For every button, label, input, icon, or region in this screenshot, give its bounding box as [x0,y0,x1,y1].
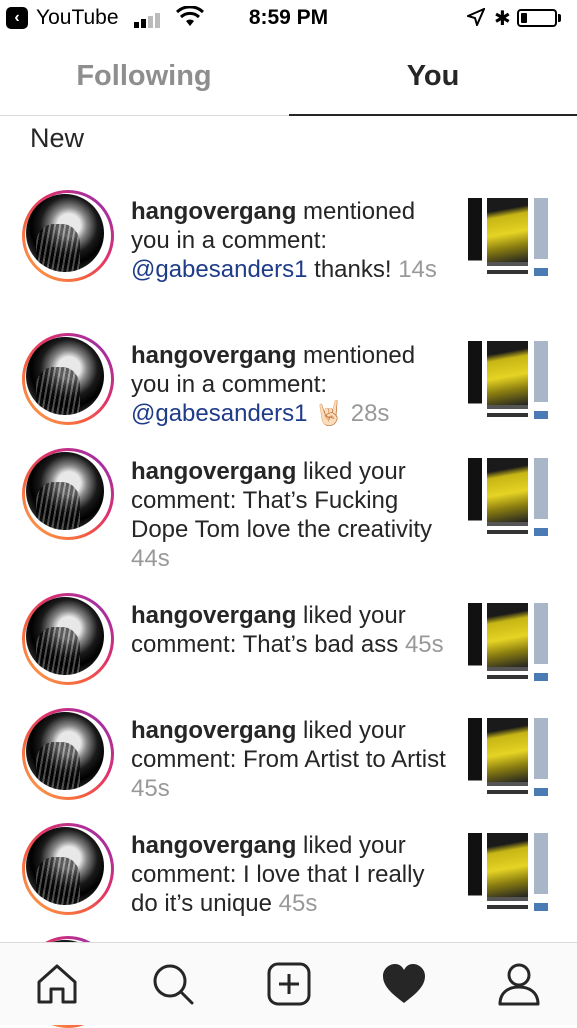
username[interactable]: hangovergang [131,198,296,225]
notification-text: hangovergang liked your comment: That’s … [131,601,451,659]
comment-text: thanks! [307,256,392,283]
username[interactable]: hangovergang [131,342,296,369]
activity-tabs: Following You [0,38,577,116]
post-thumbnail[interactable] [468,341,548,419]
comment-text: 🤘🏻 [307,400,345,427]
status-time: 8:59 PM [248,6,329,29]
profile-icon[interactable] [496,961,542,1007]
battery-icon [517,9,557,27]
username[interactable]: hangovergang [131,602,296,629]
avatar[interactable] [22,708,114,800]
notification-text: hangovergang liked your comment: I love … [131,831,451,918]
tab-you-label: You [406,60,460,92]
battery-cap [558,14,561,22]
username[interactable]: hangovergang [131,458,296,485]
add-post-icon[interactable] [266,961,312,1007]
timestamp: 28s [350,400,390,427]
username[interactable]: hangovergang [131,832,296,859]
comment-text: That’s bad ass [242,631,399,658]
comment-text: From Artist to Artist [243,746,446,773]
home-icon[interactable] [34,961,80,1007]
avatar[interactable] [22,190,114,282]
notification-text: hangovergang mentioned you in a comment:… [131,197,451,284]
timestamp: 45s [278,890,318,917]
avatar[interactable] [22,333,114,425]
notification-text: hangovergang liked your comment: That’s … [131,457,451,573]
active-tab-indicator [289,114,577,116]
section-title-new: New [30,123,85,153]
mention-link[interactable]: @gabesanders1 [131,400,307,427]
username[interactable]: hangovergang [131,717,296,744]
notification-text: hangovergang mentioned you in a comment:… [131,341,451,428]
avatar[interactable] [22,448,114,540]
location-icon [467,8,485,26]
timestamp: 14s [398,256,437,283]
post-thumbnail[interactable] [468,198,548,276]
post-thumbnail[interactable] [468,458,548,536]
status-bar: ‹ YouTube 8:59 PM ✱ [0,0,577,38]
post-thumbnail[interactable] [468,718,548,796]
tab-following[interactable]: Following [0,38,288,115]
tab-you[interactable]: You [289,38,577,116]
avatar[interactable] [22,593,114,685]
notification-text: hangovergang liked your comment: From Ar… [131,716,451,803]
mention-link[interactable]: @gabesanders1 [131,256,307,283]
heart-icon[interactable] [381,961,427,1007]
bottom-tab-bar [0,942,577,1025]
avatar[interactable] [22,823,114,915]
post-thumbnail[interactable] [468,603,548,681]
search-icon[interactable] [150,961,196,1007]
timestamp: 44s [131,545,170,572]
post-thumbnail[interactable] [468,833,548,911]
timestamp: 45s [131,775,170,802]
bluetooth-icon: ✱ [494,8,511,30]
timestamp: 45s [404,631,444,658]
